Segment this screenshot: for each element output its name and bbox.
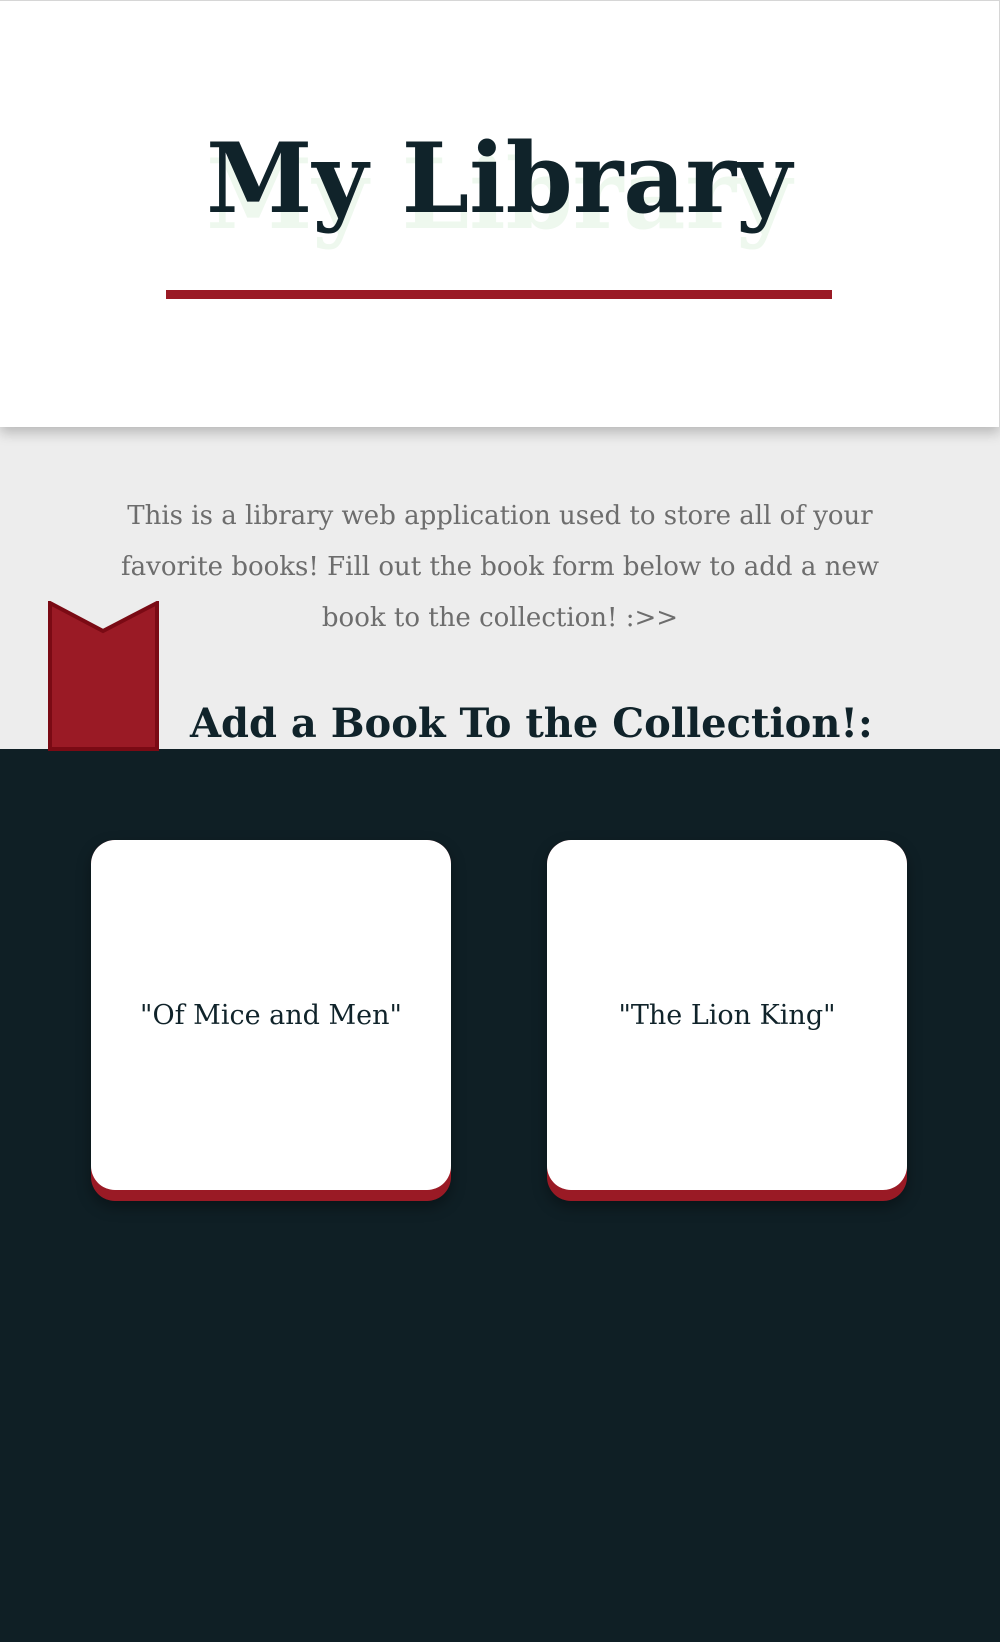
book-collection: "Of Mice and Men" "The Lion King" <box>0 749 1000 1642</box>
add-book-heading: Add a Book To the Collection!: <box>190 700 873 747</box>
page: My Library My Library This is a library … <box>0 0 1000 1642</box>
page-title: My Library <box>206 122 792 235</box>
intro-description: This is a library web application used t… <box>121 501 879 633</box>
book-title: "Of Mice and Men" <box>140 999 402 1031</box>
intro-section: This is a library web application used t… <box>0 427 1000 751</box>
book-card-face: "Of Mice and Men" <box>91 840 451 1190</box>
book-card[interactable]: "Of Mice and Men" <box>91 840 451 1201</box>
site-header: My Library My Library <box>0 0 1000 427</box>
bookmark-icon[interactable] <box>48 601 161 751</box>
title-underline <box>166 290 832 299</box>
title-wrap: My Library My Library <box>166 119 832 251</box>
book-card[interactable]: "The Lion King" <box>547 840 907 1201</box>
book-card-face: "The Lion King" <box>547 840 907 1190</box>
book-title: "The Lion King" <box>618 999 836 1031</box>
